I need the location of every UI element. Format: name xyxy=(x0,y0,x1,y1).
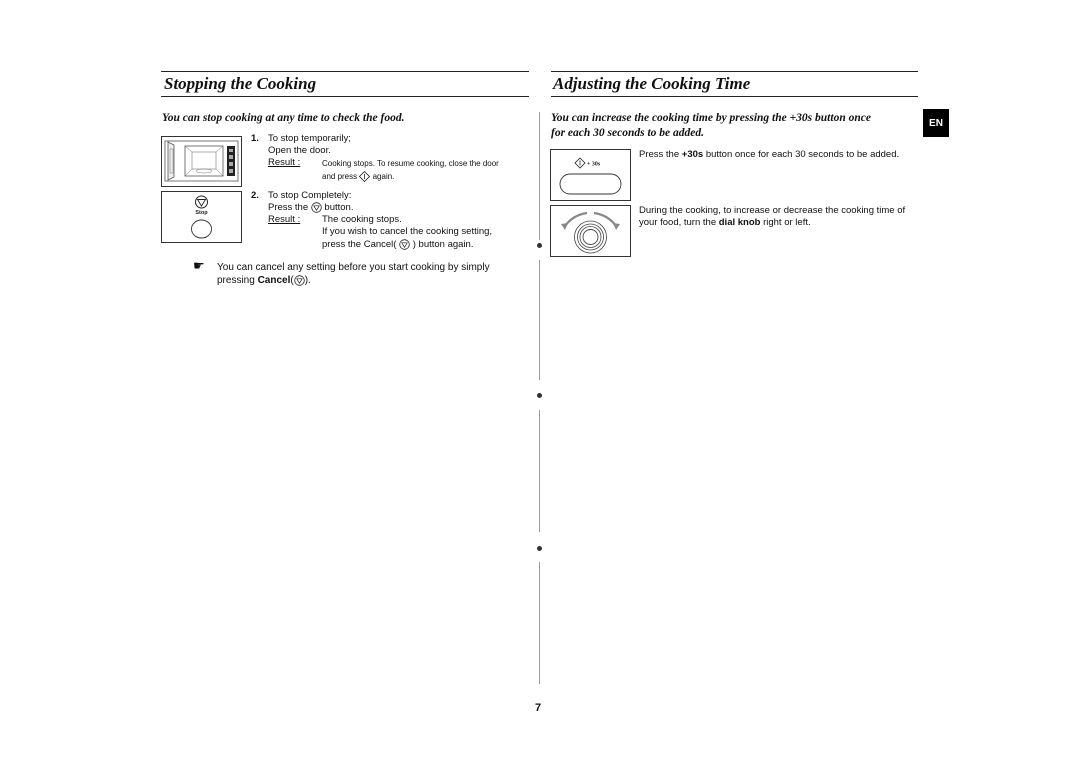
right-title-bottom-rule xyxy=(551,96,918,97)
column-divider-segment xyxy=(539,562,540,684)
stop-button-illustration: Stop xyxy=(161,191,242,243)
step-1-result-label: Result : xyxy=(268,157,301,168)
rotate-right-arrow xyxy=(593,211,617,227)
right-subheading-line1: You can increase the cooking time by pre… xyxy=(551,112,871,124)
stop-button-icon: Stop xyxy=(191,195,212,239)
plus-30s-instruction: Press the +30s button once for each 30 s… xyxy=(639,149,899,162)
left-subheading: You can stop cooking at any time to chec… xyxy=(162,112,405,124)
step-2-result-line3: press the Cancel( ) button again. xyxy=(322,239,473,252)
step-2-result-label: Result : xyxy=(268,214,301,225)
step-2-line2: Press the button. xyxy=(268,202,353,215)
plus-30s-button-icon: + 30s xyxy=(559,157,622,195)
step-2-result-line2: If you wish to cancel the cooking settin… xyxy=(322,226,493,237)
step-1-result-line2-post: again. xyxy=(372,172,395,181)
step-1-result-line2-pre: and press xyxy=(322,172,358,181)
language-badge: EN xyxy=(923,109,949,137)
step-1-line2: Open the door. xyxy=(268,145,331,156)
cancel-icon xyxy=(399,239,410,250)
dial-knob-instruction-line2: your food, turn the dial knob right or l… xyxy=(639,217,811,230)
column-divider-segment xyxy=(539,112,540,240)
cancel-icon xyxy=(294,275,305,286)
microwave-icon xyxy=(164,140,239,182)
note-line2: pressing Cancel(). xyxy=(217,275,311,287)
step-2-number: 2. xyxy=(251,190,259,201)
left-section-title: Stopping the Cooking xyxy=(164,74,317,93)
note-line2-post: ). xyxy=(304,275,311,287)
dial-knob-instruction-line1: During the cooking, to increase or decre… xyxy=(639,205,906,216)
column-divider-segment xyxy=(539,260,540,380)
note-line2-bold: Cancel xyxy=(257,275,291,287)
step-1-number: 1. xyxy=(251,133,259,144)
step-1-result-line1: Cooking stops. To resume cooking, close … xyxy=(322,159,499,168)
plus-30s-button-illustration: + 30s xyxy=(550,149,631,201)
stop-label: Stop xyxy=(195,210,208,216)
divider-dot xyxy=(537,546,542,551)
step-2-result-line1: The cooking stops. xyxy=(322,214,402,225)
note-line2-pre: pressing xyxy=(217,275,258,287)
dial-knob-instruction-bold: dial knob xyxy=(718,217,761,228)
step-2-line1: To stop Completely: xyxy=(268,190,352,201)
right-section-title: Adjusting the Cooking Time xyxy=(553,74,751,93)
left-title-bottom-rule xyxy=(161,96,529,97)
dial-knob-illustration xyxy=(550,205,631,257)
start-icon xyxy=(359,171,371,183)
step-2-result-line3-post: ) button again. xyxy=(412,239,474,251)
microwave-open-door-illustration xyxy=(161,136,242,187)
step-1-result-line2: and press again. xyxy=(322,171,394,184)
divider-dot xyxy=(537,393,542,398)
plus-30s-instruction-post: button once for each 30 seconds to be ad… xyxy=(703,149,900,160)
dial-knob-icon xyxy=(561,211,620,254)
stop-icon xyxy=(311,202,322,213)
rotate-left-arrow xyxy=(564,211,588,227)
step-2-line2-pre: Press the xyxy=(268,202,309,214)
note-line1: You can cancel any setting before you st… xyxy=(217,262,490,273)
dial-knob-instruction-post: right or left. xyxy=(760,217,811,228)
right-subheading-line2: for each 30 seconds to be added. xyxy=(551,127,704,139)
right-title-top-rule xyxy=(551,71,918,72)
dial-knob-instruction-pre: your food, turn the xyxy=(639,217,719,228)
left-title-top-rule xyxy=(161,71,529,72)
column-divider-segment xyxy=(539,410,540,532)
step-2-result-line3-pre: press the Cancel( xyxy=(322,239,397,251)
pointing-hand-icon: ☛ xyxy=(193,258,205,273)
divider-dot xyxy=(537,243,542,248)
plus-30s-label: + 30s xyxy=(587,162,601,168)
step-1-line1: To stop temporarily; xyxy=(268,133,351,144)
plus-30s-instruction-bold: +30s xyxy=(681,149,704,160)
plus-30s-instruction-pre: Press the xyxy=(639,149,682,160)
step-2-line2-post: button. xyxy=(324,202,354,214)
page-number: 7 xyxy=(535,702,542,714)
